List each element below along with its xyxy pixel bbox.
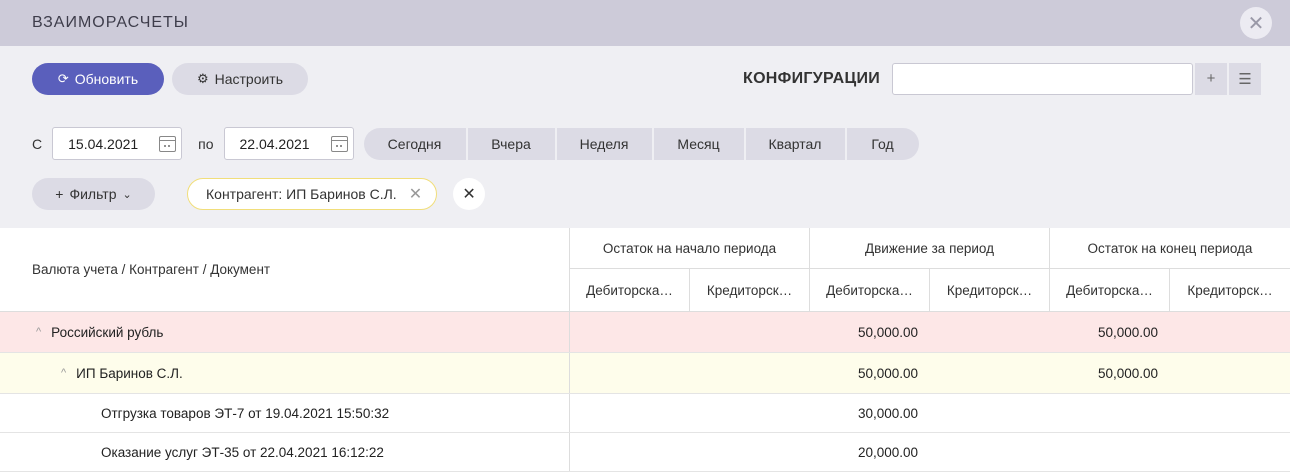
table-row-currency[interactable]: ^ Российский рубль 50,000.00 50,000.00	[0, 312, 1290, 353]
configurations-label: КОНФИГУРАЦИИ	[743, 69, 881, 87]
value-closing-credit	[1170, 394, 1290, 432]
date-from-value: 15.04.2021	[68, 135, 139, 152]
value-movement-debit: 50,000.00	[857, 324, 918, 340]
collapse-caret-icon[interactable]: ^	[61, 367, 66, 379]
value-opening-debit	[570, 353, 690, 393]
period-month[interactable]: Месяц	[653, 127, 744, 160]
row-label: Оказание услуг ЭТ-35 от 22.04.2021 16:12…	[101, 444, 384, 460]
refresh-button[interactable]: ⟳ Обновить	[32, 62, 164, 95]
value-closing-debit	[1050, 394, 1170, 432]
value-movement-credit	[930, 353, 1050, 393]
date-from-input[interactable]: 15.04.2021	[52, 127, 183, 160]
chip-text: Контрагент: ИП Баринов С.Л.	[206, 186, 397, 202]
period-today[interactable]: Сегодня	[363, 127, 466, 160]
configurations: КОНФИГУРАЦИИ + ☰	[743, 46, 1262, 111]
value-movement-debit: 20,000.00	[857, 444, 918, 460]
row-label-cell: Отгрузка товаров ЭТ-7 от 19.04.2021 15:5…	[0, 394, 570, 432]
column-header-main[interactable]: Валюта учета / Контрагент / Документ	[0, 228, 570, 311]
close-button[interactable]: ✕	[1240, 7, 1272, 39]
row-label: Российский рубль	[51, 324, 164, 340]
column-header-debit[interactable]: Дебиторска…	[1050, 269, 1170, 311]
date-to-value: 22.04.2021	[239, 135, 310, 152]
row-label: Отгрузка товаров ЭТ-7 от 19.04.2021 15:5…	[101, 405, 390, 421]
filter-panel: С 15.04.2021 по 22.04.2021 Сегодня Вчера…	[0, 111, 1290, 228]
clear-filters-button[interactable]: ✕	[453, 178, 486, 210]
collapse-caret-icon[interactable]: ^	[36, 326, 41, 338]
table-row-counterparty[interactable]: ^ ИП Баринов С.Л. 50,000.00 50,000.00	[0, 353, 1290, 394]
counterparty-filter-chip[interactable]: Контрагент: ИП Баринов С.Л. ✕	[187, 178, 438, 210]
value-opening-debit	[570, 433, 690, 471]
close-icon: ✕	[1247, 12, 1265, 35]
column-group-opening-balance: Остаток на начало периода	[570, 228, 810, 269]
column-header-debit[interactable]: Дебиторска…	[570, 269, 690, 311]
row-label: ИП Баринов С.Л.	[76, 365, 183, 381]
to-label: по	[198, 135, 214, 152]
toolbar: ⟳ Обновить ⚙ Настроить КОНФИГУРАЦИИ + ☰	[0, 46, 1290, 111]
value-movement-credit	[930, 433, 1050, 471]
filter-button[interactable]: + Фильтр ⌄	[32, 178, 155, 210]
table-row-document[interactable]: Отгрузка товаров ЭТ-7 от 19.04.2021 15:5…	[0, 394, 1290, 433]
value-opening-debit	[570, 394, 690, 432]
value-closing-credit	[1170, 353, 1290, 393]
value-movement-debit: 50,000.00	[857, 365, 918, 381]
period-yesterday[interactable]: Вчера	[467, 127, 555, 160]
value-opening-credit	[690, 312, 810, 352]
period-buttons: Сегодня Вчера Неделя Месяц Квартал Год	[363, 127, 919, 160]
plus-icon: +	[1206, 70, 1216, 87]
gear-icon: ⚙	[196, 70, 209, 86]
from-label: С	[32, 135, 43, 152]
calendar-icon[interactable]	[330, 136, 348, 152]
column-header-debit[interactable]: Дебиторска…	[810, 269, 930, 311]
date-to-input[interactable]: 22.04.2021	[223, 127, 354, 160]
filter-row: + Фильтр ⌄ Контрагент: ИП Баринов С.Л. ✕…	[32, 178, 486, 210]
value-opening-debit	[570, 312, 690, 352]
table-row-document[interactable]: Оказание услуг ЭТ-35 от 22.04.2021 16:12…	[0, 433, 1290, 472]
column-header-credit[interactable]: Кредиторск…	[930, 269, 1050, 311]
settings-label: Настроить	[214, 70, 284, 87]
value-closing-debit	[1050, 433, 1170, 471]
calendar-icon[interactable]	[159, 136, 177, 152]
table-header: Валюта учета / Контрагент / Документ Ост…	[0, 228, 1290, 312]
column-group-period-movement: Движение за период	[810, 228, 1050, 269]
period-week[interactable]: Неделя	[556, 127, 652, 160]
configuration-list-button[interactable]: ☰	[1229, 62, 1262, 95]
row-label-cell: ^ Российский рубль	[0, 312, 570, 352]
column-header-credit[interactable]: Кредиторск…	[1170, 269, 1290, 311]
add-configuration-button[interactable]: +	[1195, 62, 1228, 95]
list-icon: ☰	[1238, 70, 1252, 88]
plus-icon: +	[55, 186, 64, 202]
column-group-closing-balance: Остаток на конец периода	[1050, 228, 1290, 269]
value-opening-credit	[690, 433, 810, 471]
value-opening-credit	[690, 353, 810, 393]
column-header-credit[interactable]: Кредиторск…	[690, 269, 810, 311]
remove-chip-icon[interactable]: ✕	[409, 184, 422, 204]
filter-label: Фильтр	[69, 186, 117, 202]
value-closing-debit: 50,000.00	[1097, 365, 1158, 381]
configuration-input[interactable]	[892, 62, 1194, 95]
mutual-settlements-window: ВЗАИМОРАСЧЕТЫ ✕ ⟳ Обновить ⚙ Настроить К…	[0, 0, 1290, 474]
window-title: ВЗАИМОРАСЧЕТЫ	[32, 14, 189, 31]
settlements-table: Валюта учета / Контрагент / Документ Ост…	[0, 228, 1290, 472]
chevron-down-icon: ⌄	[122, 188, 132, 201]
value-opening-credit	[690, 394, 810, 432]
period-year[interactable]: Год	[846, 127, 919, 160]
period-quarter[interactable]: Квартал	[745, 127, 845, 160]
value-movement-credit	[930, 312, 1050, 352]
value-closing-credit	[1170, 433, 1290, 471]
refresh-icon: ⟳	[57, 70, 69, 86]
refresh-label: Обновить	[74, 70, 139, 87]
value-movement-debit: 30,000.00	[857, 405, 918, 421]
value-closing-debit: 50,000.00	[1097, 324, 1158, 340]
value-closing-credit	[1170, 312, 1290, 352]
value-movement-credit	[930, 394, 1050, 432]
row-label-cell: Оказание услуг ЭТ-35 от 22.04.2021 16:12…	[0, 433, 570, 471]
close-icon: ✕	[462, 186, 476, 203]
row-label-cell: ^ ИП Баринов С.Л.	[0, 353, 570, 393]
window-header: ВЗАИМОРАСЧЕТЫ ✕	[0, 0, 1290, 46]
settings-button[interactable]: ⚙ Настроить	[172, 62, 308, 95]
date-range: С 15.04.2021 по 22.04.2021 Сегодня Вчера…	[32, 127, 919, 160]
